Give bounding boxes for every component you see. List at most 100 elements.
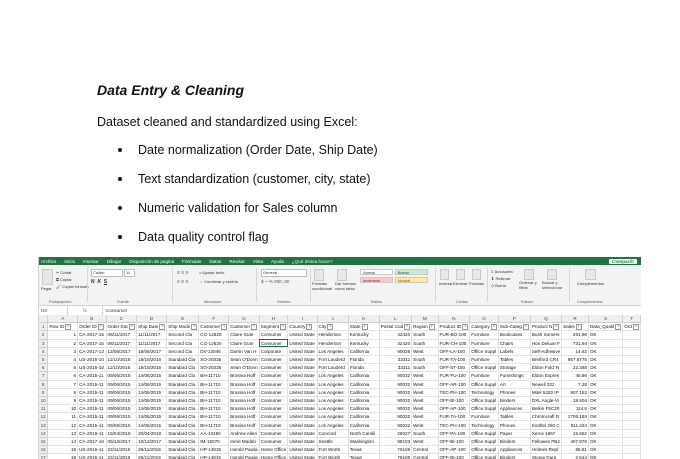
table-cell[interactable]: Home Office [259,453,289,459]
table-cell[interactable] [622,437,641,447]
table-cell[interactable]: South [411,330,439,340]
table-cell[interactable]: Standard Cla [166,445,200,455]
table-cell[interactable]: Xerox 1967 [530,429,563,438]
table-cell[interactable]: 09/06/2015 [106,380,138,389]
table-cell[interactable]: United State [287,445,318,455]
table-cell[interactable]: Texas [348,453,380,459]
table-cell[interactable]: Consumer [259,412,289,422]
table-cell[interactable]: BH-11710 [198,420,230,430]
table-cell[interactable]: US-2016-10 [77,363,107,373]
table-cell[interactable]: California [348,412,380,422]
table-cell[interactable]: Consumer [259,371,289,381]
column-header[interactable]: C [106,315,138,324]
filter-dropdown-icon[interactable]: ▾ [97,324,104,330]
table-cell[interactable]: Los Angeles [317,380,349,389]
table-cell[interactable]: BH-11710 [198,396,230,406]
filter-dropdown-icon[interactable]: ▾ [522,324,529,330]
table-cell[interactable] [622,347,641,356]
column-header[interactable]: J [317,315,349,324]
table-cell[interactable]: Bretford CR4 [530,355,563,365]
column-header[interactable]: L [379,315,413,324]
table-cell[interactable]: Fort Worth [317,445,349,455]
currency-icon[interactable]: $ ~ % 000 ,00 [261,279,289,284]
column-header[interactable]: I [287,315,318,324]
filter-dropdown-icon[interactable]: ▾ [553,324,560,330]
addins-icon[interactable] [585,269,596,280]
table-cell[interactable]: Office Suppl [469,347,499,356]
table-cell[interactable]: Standard Cla [166,371,200,381]
table-cell[interactable]: Fort Lauderd [317,355,349,365]
table-cell[interactable]: 7 [47,380,79,389]
field-header[interactable]: Customer ▾ [228,322,260,332]
table-cell[interactable]: Storex Dura [530,453,563,459]
table-cell[interactable]: CA-2015-11 [77,388,107,397]
table-cell[interactable]: Chairs [498,339,531,348]
table-cell[interactable] [622,396,641,406]
table-cell[interactable]: CA-2015-11 [77,371,107,381]
column-header[interactable]: M [411,315,439,324]
conditional-format-icon[interactable] [314,269,324,281]
table-cell[interactable]: DXL Angle-Vi [530,396,563,406]
table-cell[interactable]: OK [588,404,624,414]
table-cell[interactable]: 90032 [379,396,413,406]
column-header[interactable]: R [561,315,589,324]
menu-datos[interactable]: Datos [209,259,221,264]
table-cell[interactable]: Los Angeles [317,388,349,397]
table-cell[interactable]: United State [287,371,318,381]
table-cell[interactable]: United State [287,412,318,422]
column-header[interactable]: F [198,315,230,324]
table-cell[interactable] [622,453,641,459]
filter-dropdown-icon[interactable]: ▾ [490,324,497,330]
table-cell[interactable]: West [411,404,439,414]
field-header[interactable]: Order Dat ▾ [106,322,138,332]
table-cell[interactable]: California [348,396,380,406]
table-cell[interactable]: 09/06/2015 [106,404,138,414]
table-cell[interactable]: HP-14815 [198,445,230,455]
table-cell[interactable]: 2 [47,339,79,348]
table-cell[interactable]: 11/11/2017 [136,330,168,340]
filter-dropdown-icon[interactable]: ▾ [306,324,313,330]
table-cell[interactable]: OFF-BI-100 [438,396,471,406]
filter-dropdown-icon[interactable]: ▾ [404,324,411,330]
table-cell[interactable]: South [411,429,439,438]
row-header[interactable]: 5 [39,355,49,365]
bold-icon[interactable]: N K S [91,279,107,285]
table-cell[interactable] [622,429,641,438]
column-header[interactable]: A [47,315,79,324]
table-cell[interactable]: FUR-BO-100 [438,330,471,340]
table-cell[interactable]: 90032 [379,404,413,414]
table-cell[interactable]: 90032 [379,412,413,422]
table-cell[interactable]: 22/11/2016 [106,445,138,455]
table-cell[interactable]: 09/06/2015 [106,371,138,381]
table-cell[interactable]: 14/06/2015 [136,380,168,389]
filter-dropdown-icon[interactable]: ▾ [65,324,72,330]
table-cell[interactable]: Standard Cla [166,380,200,389]
table-cell[interactable] [622,380,641,389]
field-header[interactable]: Country ▾ [287,322,318,332]
table-cell[interactable]: BH-11710 [198,380,230,389]
table-cell[interactable]: Concord [317,429,349,438]
row-header[interactable]: 9 [39,388,49,397]
find-select-icon[interactable] [547,269,557,280]
table-cell[interactable]: 98103 [379,437,413,447]
table-cell[interactable]: 6 [47,371,79,381]
table-cell[interactable]: Office Suppl [469,363,499,373]
filter-dropdown-icon[interactable]: ▾ [462,324,469,330]
table-cell[interactable]: South [411,355,439,365]
table-cell[interactable]: Los Angeles [317,396,349,406]
table-cell[interactable]: 68.81 [561,445,589,455]
table-cell[interactable]: OK [588,355,624,365]
table-cell[interactable]: BH-11710 [198,371,230,381]
table-cell[interactable]: Harold Pawla [228,453,260,459]
table-cell[interactable]: United State [287,420,318,430]
table-cell[interactable]: United State [287,380,318,389]
menu-insertar[interactable]: Insertar [83,259,99,264]
table-cell[interactable]: Washington [348,437,380,447]
delete-cells-icon[interactable] [456,269,465,280]
table-cell[interactable]: United State [287,339,318,348]
table-cell[interactable]: 08/11/2017 [106,339,138,348]
field-header[interactable]: Product N ▾ [530,322,563,332]
table-cell[interactable]: 90032 [379,420,413,430]
table-cell[interactable]: 957.5775 [561,355,589,365]
menu-archivo[interactable]: Archivo [41,259,56,264]
